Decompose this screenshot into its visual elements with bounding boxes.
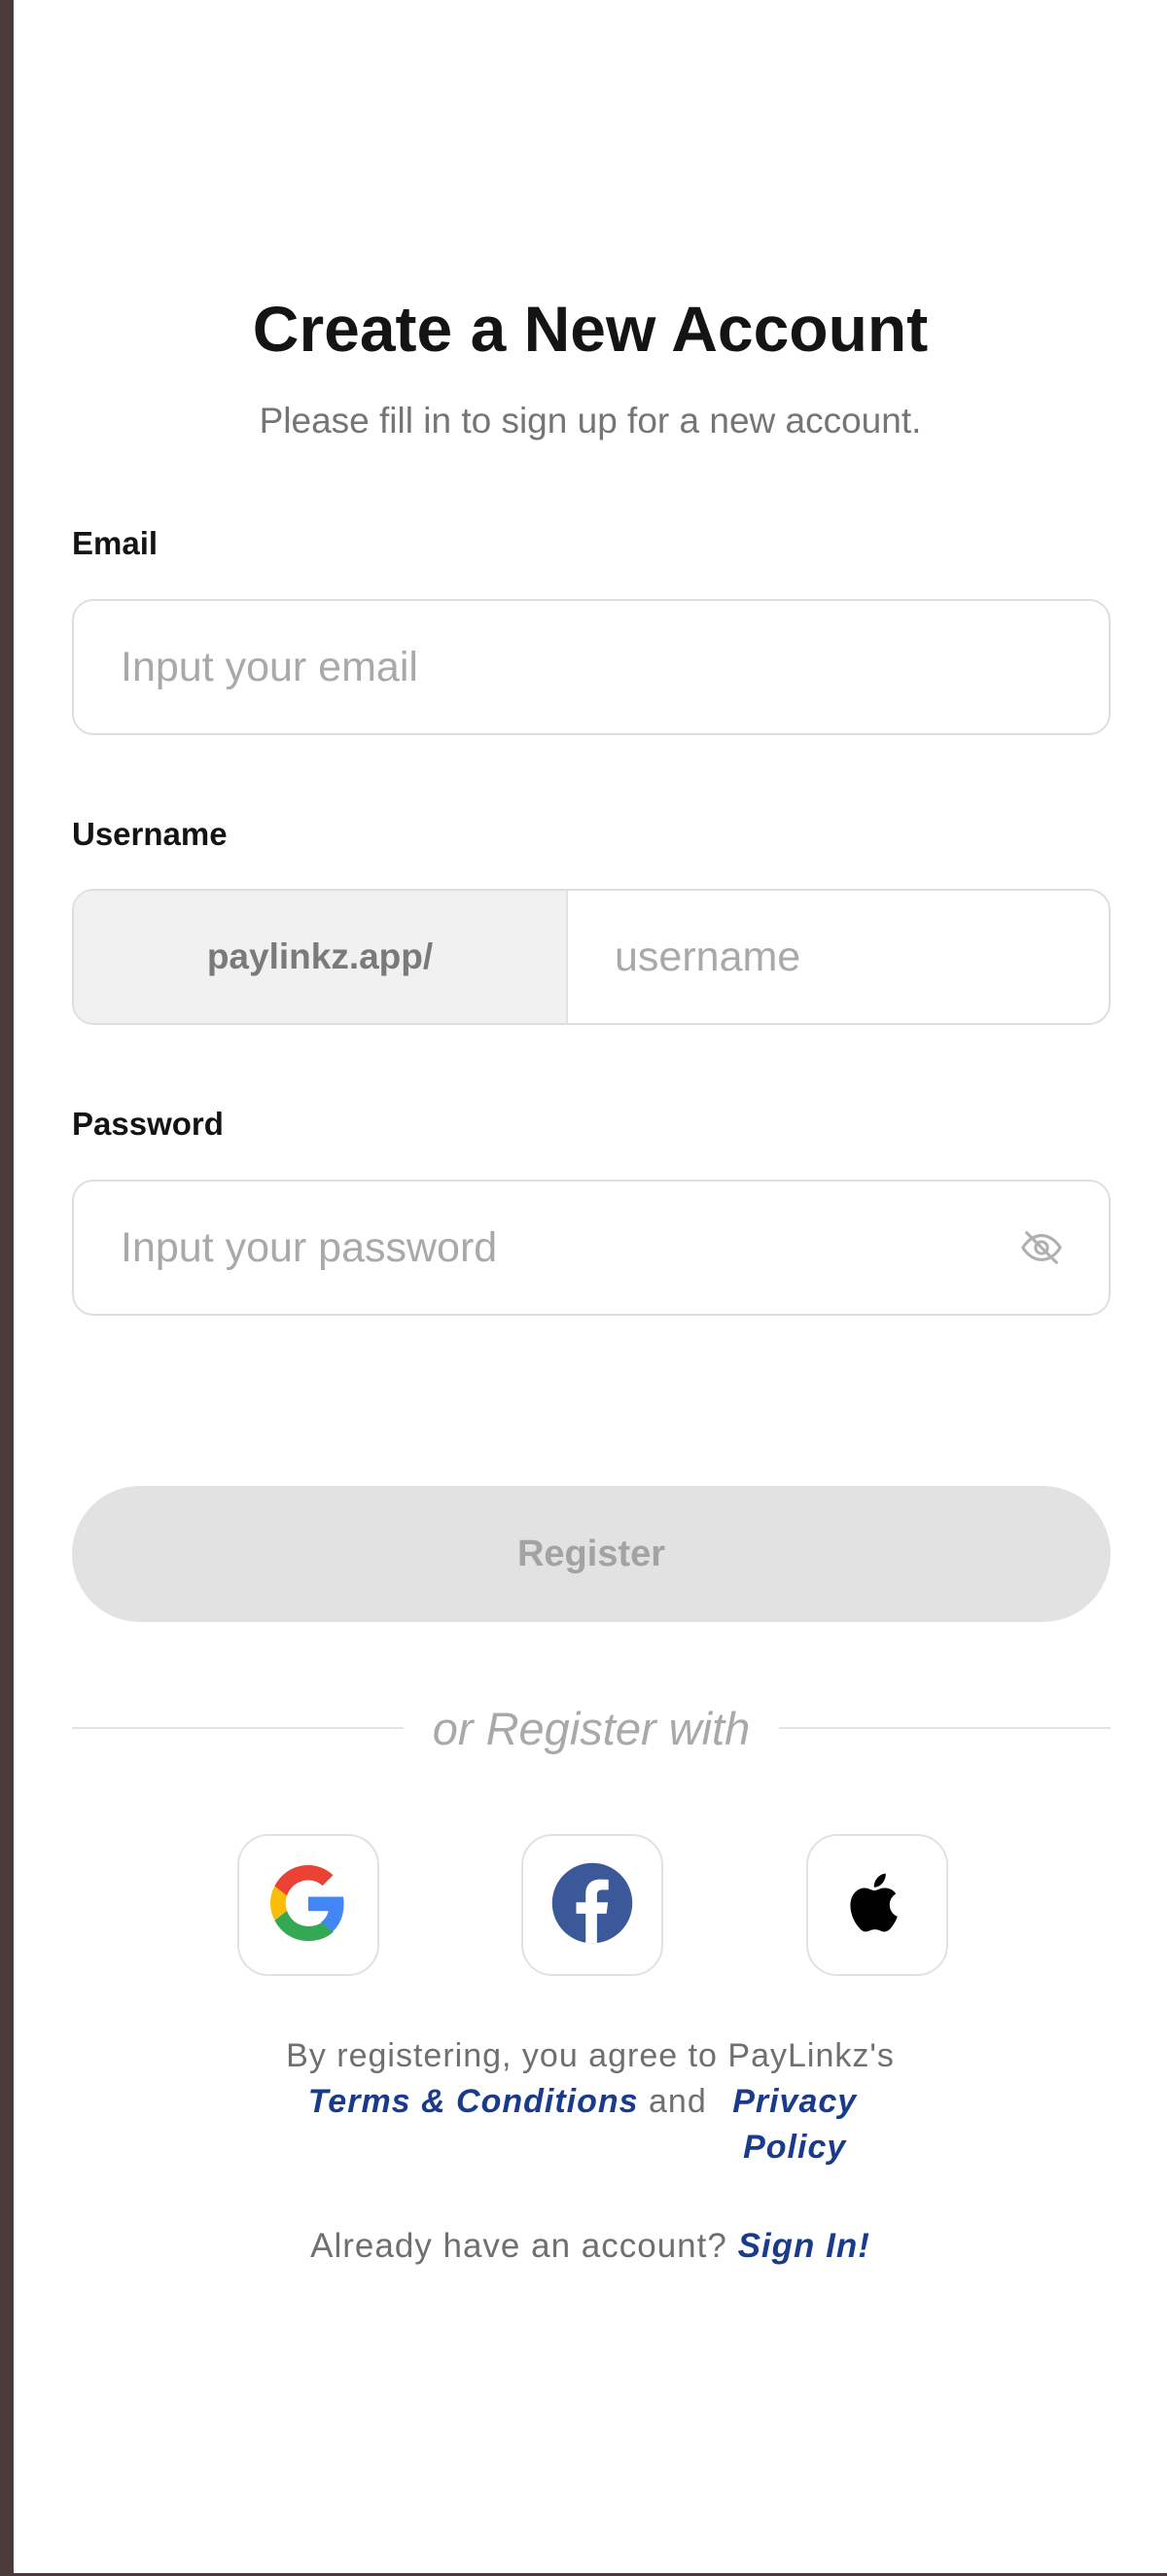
signin-prompt: Already have an account?: [310, 2227, 727, 2265]
divider-text: or Register with: [432, 1702, 751, 1754]
email-field-container: [72, 599, 1111, 735]
terms-conditions-link[interactable]: Terms & Conditions: [308, 2083, 639, 2120]
apple-icon: [843, 1869, 911, 1942]
email-label: Email: [72, 525, 159, 561]
password-field-container: [72, 1180, 1111, 1316]
terms-text: By registering, you agree to PayLinkz's …: [14, 2033, 1167, 2170]
eye-off-icon[interactable]: [1019, 1225, 1064, 1270]
password-input[interactable]: [74, 1182, 1109, 1314]
facebook-signin-button[interactable]: [521, 1834, 663, 1976]
page-title: Create a New Account: [252, 293, 929, 365]
terms-prefix: By registering, you agree to PayLinkz's: [286, 2037, 895, 2074]
google-icon: [270, 1864, 346, 1946]
username-input-wrap: [568, 891, 1109, 1023]
google-signin-button[interactable]: [237, 1834, 379, 1976]
signin-link[interactable]: Sign In!: [738, 2227, 870, 2265]
password-label: Password: [72, 1106, 224, 1142]
register-page: Create a New Account Please fill in to s…: [14, 0, 1167, 2573]
username-prefix: paylinkz.app/: [74, 891, 568, 1023]
window-left-edge: [0, 0, 14, 2576]
username-input[interactable]: [568, 891, 1109, 1023]
page-subtitle: Please fill in to sign up for a new acco…: [259, 401, 922, 441]
register-button[interactable]: Register: [72, 1486, 1111, 1622]
facebook-icon: [548, 1859, 636, 1952]
apple-signin-button[interactable]: [806, 1834, 948, 1976]
signin-row: Already have an account? Sign In!: [14, 2227, 1167, 2266]
divider-line-left: [72, 1727, 404, 1729]
privacy-policy-link[interactable]: Privacy Policy: [717, 2079, 872, 2170]
terms-and: and: [649, 2083, 707, 2120]
email-input[interactable]: [74, 601, 1109, 733]
or-register-divider: or Register with: [72, 1694, 1111, 1762]
username-field-container: paylinkz.app/: [72, 889, 1111, 1025]
username-label: Username: [72, 816, 228, 852]
divider-line-right: [779, 1727, 1111, 1729]
